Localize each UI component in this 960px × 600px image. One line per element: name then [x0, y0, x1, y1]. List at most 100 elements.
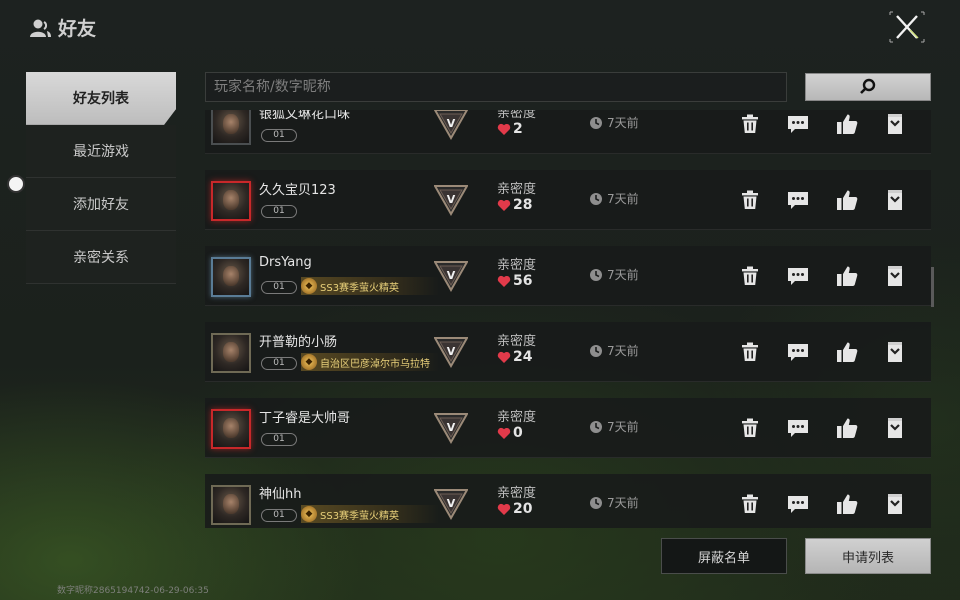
apply-list-label: 申请列表 [841, 550, 894, 566]
heart-icon [497, 503, 511, 515]
trash-icon [742, 266, 758, 285]
level-badge: 01 [261, 281, 297, 294]
list-item[interactable]: 银狐文琳花口味 01 V 亲密度 2 7天前 [205, 110, 931, 154]
avatar[interactable] [211, 485, 251, 525]
delete-friend-button[interactable] [738, 340, 762, 364]
list-item[interactable]: 开普勒的小肠 01 ◆ 自治区巴彦淖尔市乌拉特 V 亲密度 24 7天前 [205, 322, 931, 382]
block-list-label: 屏蔽名单 [697, 550, 750, 566]
card-button[interactable] [883, 492, 907, 516]
card-icon [888, 494, 902, 514]
last-online: 7天前 [589, 494, 639, 511]
last-online: 7天前 [589, 190, 639, 207]
chat-button[interactable] [786, 416, 810, 440]
clock-icon [590, 192, 602, 205]
like-button[interactable] [835, 416, 859, 440]
svg-text:V: V [447, 421, 456, 434]
level-badge: 01 [261, 205, 297, 218]
block-list-button[interactable]: 屏蔽名单 [661, 538, 787, 574]
card-button[interactable] [883, 340, 907, 364]
delete-friend-button[interactable] [738, 112, 762, 136]
player-id-footer: 数字昵称2865194742-06-29-06:35 [57, 586, 209, 596]
chat-icon [788, 496, 808, 513]
search-input[interactable] [205, 72, 787, 102]
intimacy-value: 0 [497, 425, 523, 441]
chat-button[interactable] [786, 188, 810, 212]
intimacy-label: 亲密度 [497, 182, 537, 197]
like-button[interactable] [835, 112, 859, 136]
like-button[interactable] [835, 340, 859, 364]
intimacy-value: 28 [497, 197, 532, 213]
title-badge-icon: ◆ [301, 278, 317, 294]
sidebar-item-label: 亲密关系 [73, 250, 129, 266]
chat-button[interactable] [786, 492, 810, 516]
heart-icon [497, 351, 511, 363]
card-button[interactable] [883, 416, 907, 440]
chat-button[interactable] [786, 264, 810, 288]
level-badge: 01 [261, 509, 297, 522]
sidebar-item-friend-list[interactable]: 好友列表 [26, 72, 176, 125]
list-item[interactable]: 神仙hh 01 ◆ SS3赛季萤火精英 V 亲密度 20 7天前 [205, 474, 931, 528]
avatar[interactable] [211, 333, 251, 373]
card-icon [888, 342, 902, 362]
thumbs-up-icon [837, 494, 858, 514]
card-icon [888, 190, 902, 210]
intimacy-value: 24 [497, 349, 532, 365]
search-icon [860, 78, 876, 94]
chat-icon [788, 420, 808, 437]
sidebar-item-label: 添加好友 [73, 197, 129, 213]
chat-button[interactable] [786, 340, 810, 364]
thumbs-up-icon [837, 190, 858, 210]
delete-friend-button[interactable] [738, 188, 762, 212]
card-button[interactable] [883, 188, 907, 212]
clock-icon [590, 344, 602, 357]
scrollbar[interactable] [931, 267, 934, 307]
svg-text:V: V [447, 269, 456, 282]
like-button[interactable] [835, 188, 859, 212]
thumbs-up-icon [837, 342, 858, 362]
rank-v-icon: V [434, 261, 468, 292]
side-handle[interactable] [7, 175, 25, 193]
clock-icon [590, 268, 602, 281]
level-badge: 01 [261, 433, 297, 446]
level-badge: 01 [261, 129, 297, 142]
page-title: 好友 [58, 18, 97, 40]
apply-list-button[interactable]: 申请列表 [805, 538, 931, 574]
rank-v-icon: V [434, 489, 468, 520]
avatar[interactable] [211, 110, 251, 145]
like-button[interactable] [835, 264, 859, 288]
rank-v-icon: V [434, 110, 468, 140]
intimacy-label: 亲密度 [497, 410, 537, 425]
close-button[interactable] [888, 10, 926, 44]
heart-icon [497, 199, 511, 211]
avatar[interactable] [211, 181, 251, 221]
avatar[interactable] [211, 257, 251, 297]
card-icon [888, 266, 902, 286]
card-button[interactable] [883, 264, 907, 288]
search-button[interactable] [805, 73, 931, 101]
avatar[interactable] [211, 409, 251, 449]
player-name: 久久宝贝123 [259, 183, 336, 198]
close-icon [889, 11, 925, 43]
delete-friend-button[interactable] [738, 416, 762, 440]
list-item[interactable]: DrsYang 01 ◆ SS3赛季萤火精英 V 亲密度 56 7天前 [205, 246, 931, 306]
player-title-tag: ◆ SS3赛季萤火精英 [301, 277, 439, 295]
sidebar-item-intimate-relations[interactable]: 亲密关系 [26, 231, 176, 284]
intimacy-label: 亲密度 [497, 334, 537, 349]
list-item[interactable]: 丁子睿是大帅哥 01 V 亲密度 0 7天前 [205, 398, 931, 458]
sidebar-item-add-friend[interactable]: 添加好友 [26, 178, 176, 231]
trash-icon [742, 494, 758, 513]
heart-icon [497, 427, 511, 439]
list-item[interactable]: 久久宝贝123 01 V 亲密度 28 7天前 [205, 170, 931, 230]
friend-list[interactable]: 银狐文琳花口味 01 V 亲密度 2 7天前 久久宝贝123 01 V 亲密度 … [205, 110, 931, 528]
card-button[interactable] [883, 112, 907, 136]
like-button[interactable] [835, 492, 859, 516]
sidebar: 好友列表 最近游戏 添加好友 亲密关系 [26, 72, 176, 284]
delete-friend-button[interactable] [738, 492, 762, 516]
rank-v-icon: V [434, 413, 468, 444]
player-title: 自治区巴彦淖尔市乌拉特 [320, 358, 430, 370]
delete-friend-button[interactable] [738, 264, 762, 288]
last-online: 7天前 [589, 266, 639, 283]
sidebar-item-label: 最近游戏 [73, 144, 129, 160]
chat-button[interactable] [786, 112, 810, 136]
sidebar-item-recent-games[interactable]: 最近游戏 [26, 125, 176, 178]
